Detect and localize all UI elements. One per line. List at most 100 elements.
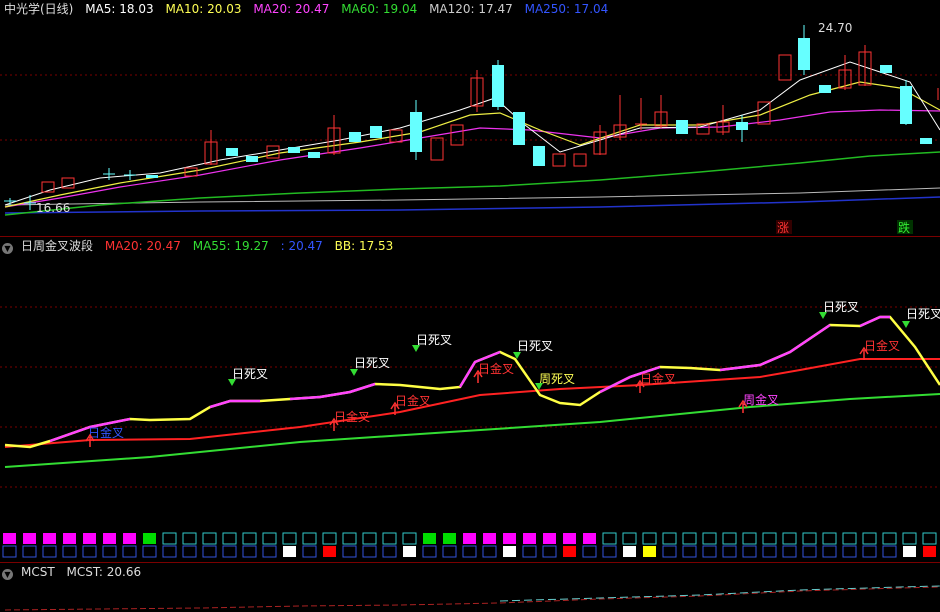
status-box [222, 545, 237, 558]
ma10-line [4, 81, 940, 208]
status-box [242, 545, 257, 558]
arrow-down-icon [902, 321, 910, 328]
status-box [142, 545, 157, 558]
status-box [583, 533, 596, 544]
ma20-line [4, 109, 940, 208]
status-box [342, 532, 357, 545]
mcst-panel[interactable]: ▼ MCST MCST: 20.66 [0, 563, 940, 612]
status-box [903, 546, 916, 557]
status-box [802, 545, 817, 558]
status-box [42, 545, 57, 558]
indicator-panel-header: ▼ 日周金叉波段 MA20: 20.47 MA55: 19.27 : 20.47 … [0, 237, 401, 255]
status-box [902, 532, 917, 545]
status-box [522, 545, 537, 558]
status-box [362, 545, 377, 558]
blue-indicator-label: : 20.47 [280, 239, 323, 253]
status-box [83, 533, 96, 544]
candlestick-chart[interactable]: 24.70 16.66 涨 跌 [0, 0, 940, 236]
status-box [442, 545, 457, 558]
status-box [702, 532, 717, 545]
signal-label-1: 日金叉 [88, 425, 124, 440]
status-box [402, 532, 417, 545]
status-box [922, 532, 937, 545]
status-box [782, 545, 797, 558]
bb-line-magenta-7 [859, 315, 890, 328]
status-box [182, 545, 197, 558]
collapse-icon[interactable]: ▼ [2, 243, 13, 254]
signal-label-13: 日金叉 [864, 338, 900, 353]
status-box [143, 533, 156, 544]
status-box [722, 545, 737, 558]
bb-line-magenta-2 [209, 399, 260, 409]
status-box [362, 532, 377, 545]
status-box [323, 546, 336, 557]
status-box [123, 533, 136, 544]
mcst-chart[interactable] [0, 563, 940, 612]
status-box [302, 532, 317, 545]
status-box [62, 545, 77, 558]
status-box [742, 545, 757, 558]
status-box [283, 546, 296, 557]
status-box [82, 545, 97, 558]
status-box [342, 545, 357, 558]
arrow-down-icon [350, 369, 358, 376]
status-box [202, 545, 217, 558]
arrow-down-icon [412, 345, 420, 352]
status-box [23, 533, 36, 544]
low-price-label: 16.66 [36, 201, 70, 215]
mcst-line-cyan [499, 585, 940, 602]
zhang-label: 涨 [777, 220, 789, 235]
indicator-panel[interactable]: 日金叉 日死叉 日金叉 日死叉 日金叉 日死叉 日金叉 日死叉 周死叉 日金叉 … [0, 237, 940, 562]
signal-label-4: 日死叉 [354, 356, 390, 370]
bb-line-magenta-6 [719, 323, 831, 372]
status-box [242, 532, 257, 545]
status-box [202, 532, 217, 545]
status-box [782, 532, 797, 545]
signal-label-11: 周金叉 [743, 392, 779, 407]
status-box [622, 532, 637, 545]
status-box [923, 546, 936, 557]
status-box [882, 545, 897, 558]
status-box [162, 545, 177, 558]
status-box [403, 546, 416, 557]
signal-label-8: 日死叉 [517, 339, 553, 353]
candlestick-panel[interactable]: 中光学(日线) MA5: 18.03 MA10: 20.03 MA20: 20.… [0, 0, 940, 236]
arrow-down-icon [228, 379, 236, 386]
status-box [503, 546, 516, 557]
status-box [423, 533, 436, 544]
status-box [322, 532, 337, 545]
status-box [602, 545, 617, 558]
status-box [162, 532, 177, 545]
status-box [802, 532, 817, 545]
status-box [22, 545, 37, 558]
indicator-chart[interactable]: 日金叉 日死叉 日金叉 日死叉 日金叉 日死叉 日金叉 日死叉 周死叉 日金叉 … [0, 237, 940, 562]
status-box [563, 533, 576, 544]
status-box [503, 533, 516, 544]
status-box [262, 532, 277, 545]
signal-label-5: 日金叉 [395, 393, 431, 408]
status-box [602, 532, 617, 545]
status-box [842, 532, 857, 545]
signal-label-9: 周死叉 [539, 372, 575, 386]
high-price-label: 24.70 [818, 21, 852, 35]
bb-line-magenta-3 [289, 382, 376, 401]
status-box [882, 532, 897, 545]
status-box [842, 545, 857, 558]
mcst-line [4, 586, 940, 611]
status-box [483, 533, 496, 544]
signal-label-6: 日死叉 [416, 333, 452, 347]
status-box [862, 545, 877, 558]
signal-markers: 日金叉 日死叉 日金叉 日死叉 日金叉 日死叉 日金叉 日死叉 周死叉 日金叉 … [85, 300, 940, 447]
arrow-down-icon [819, 312, 827, 319]
status-box [822, 545, 837, 558]
status-box [642, 532, 657, 545]
status-box [822, 532, 837, 545]
status-box [382, 532, 397, 545]
status-box [643, 546, 656, 557]
status-box-row-2 [2, 545, 936, 558]
status-box [422, 545, 437, 558]
status-box [102, 545, 117, 558]
status-box [682, 545, 697, 558]
status-box [443, 533, 456, 544]
status-box [2, 545, 17, 558]
